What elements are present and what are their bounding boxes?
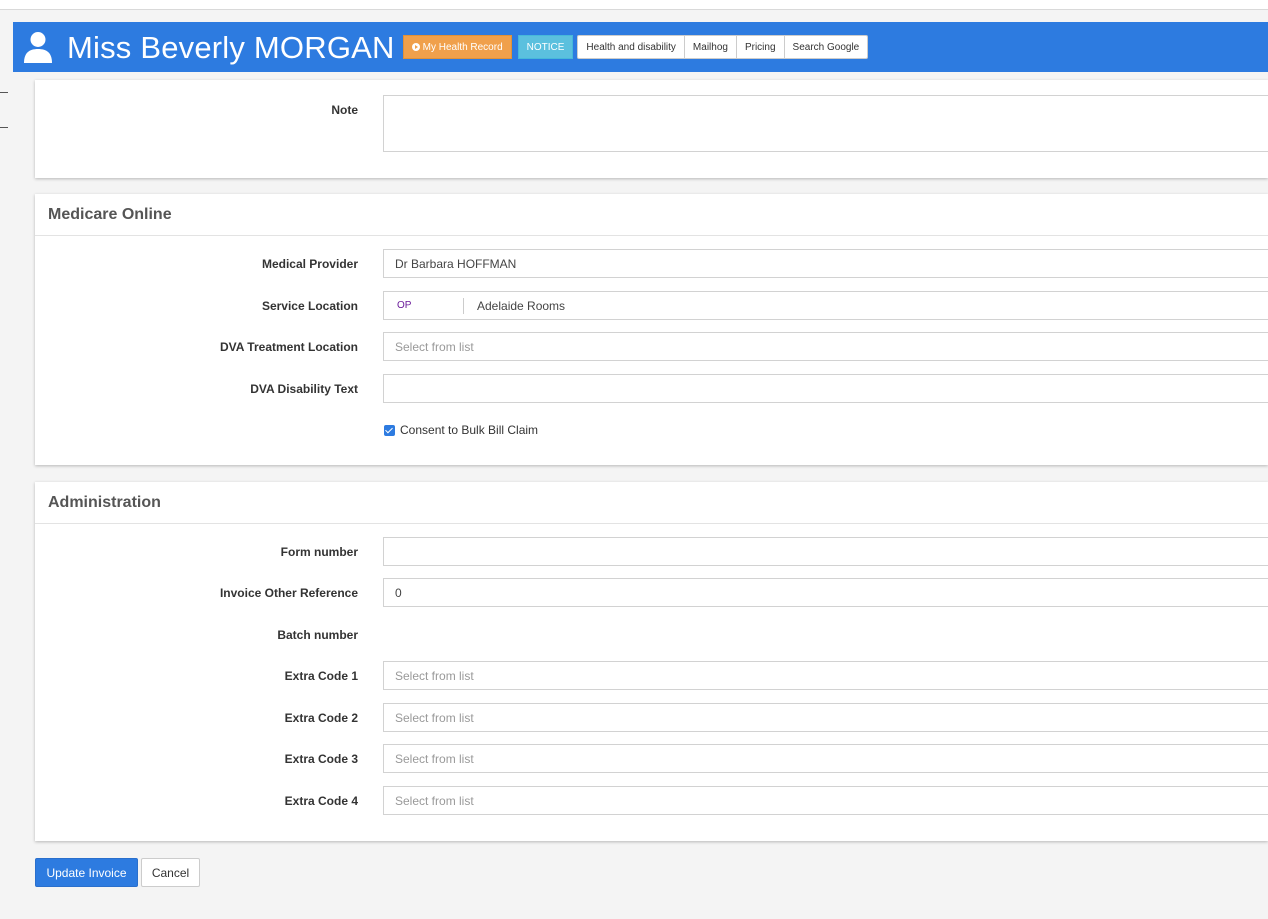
batch-number-label: Batch number: [277, 628, 358, 642]
extra-code-2-label: Extra Code 2: [284, 711, 358, 725]
mailhog-button[interactable]: Mailhog: [683, 35, 737, 59]
extra-code-4-select[interactable]: Select from list: [383, 786, 1268, 815]
consent-label: Consent to Bulk Bill Claim: [400, 423, 539, 437]
service-location-label: Service Location: [261, 299, 358, 313]
administration-title: Administration: [35, 482, 1268, 524]
edge-mark: [0, 92, 8, 93]
dva-disability-input[interactable]: [383, 374, 1268, 403]
pricing-button[interactable]: Pricing: [735, 35, 785, 59]
extra-code-1-label: Extra Code 1: [284, 669, 358, 683]
dva-treatment-label: DVA Treatment Location: [219, 340, 358, 354]
dva-disability-label: DVA Disability Text: [250, 382, 358, 396]
medical-provider-select[interactable]: Dr Barbara HOFFMAN: [383, 249, 1268, 278]
patient-name: Miss Beverly MORGAN: [67, 29, 395, 65]
consent-checkbox[interactable]: [384, 424, 395, 436]
medicare-online-panel: Medicare Online Medical Provider Dr Barb…: [35, 194, 1268, 465]
health-and-disability-button[interactable]: Health and disability: [577, 35, 685, 59]
my-health-record-button[interactable]: My Health Record: [402, 35, 512, 59]
extra-code-2-select[interactable]: Select from list: [383, 703, 1268, 732]
medical-provider-label: Medical Provider: [261, 257, 358, 271]
update-invoice-button[interactable]: Update Invoice: [35, 858, 138, 887]
extra-code-4-label: Extra Code 4: [284, 794, 358, 808]
invoice-ref-input[interactable]: 0: [383, 578, 1268, 607]
service-location-value: Adelaide Rooms: [477, 298, 566, 313]
note-textarea[interactable]: [383, 95, 1268, 152]
service-location-code: OP: [397, 300, 412, 311]
dva-treatment-select[interactable]: Select from list: [383, 332, 1268, 361]
consent-checkbox-row[interactable]: Consent to Bulk Bill Claim: [384, 423, 538, 437]
cancel-button[interactable]: Cancel: [141, 858, 200, 887]
play-circle-icon: [411, 43, 420, 51]
medicare-online-title: Medicare Online: [35, 194, 1268, 236]
top-divider: [0, 9, 1268, 10]
note-label: Note: [331, 103, 358, 117]
header-link-group: Health and disability Mailhog Pricing Se…: [577, 35, 869, 59]
service-location-separator: [463, 297, 464, 314]
note-panel: Note: [35, 80, 1268, 178]
edge-mark: [0, 127, 8, 128]
extra-code-1-select[interactable]: Select from list: [383, 661, 1268, 690]
invoice-ref-label: Invoice Other Reference: [219, 586, 358, 600]
extra-code-3-select[interactable]: Select from list: [383, 744, 1268, 773]
my-health-record-label: My Health Record: [422, 41, 503, 53]
service-location-select[interactable]: OP Adelaide Rooms: [383, 291, 1268, 320]
user-icon: [24, 32, 52, 63]
patient-header: Miss Beverly MORGAN My Health Record NOT…: [13, 22, 1268, 72]
search-google-button[interactable]: Search Google: [783, 35, 869, 59]
extra-code-3-label: Extra Code 3: [284, 752, 358, 766]
administration-panel: Administration Form number Invoice Other…: [35, 482, 1268, 841]
form-number-label: Form number: [280, 545, 358, 559]
notice-button[interactable]: NOTICE: [517, 35, 574, 59]
form-number-input[interactable]: [383, 537, 1268, 566]
